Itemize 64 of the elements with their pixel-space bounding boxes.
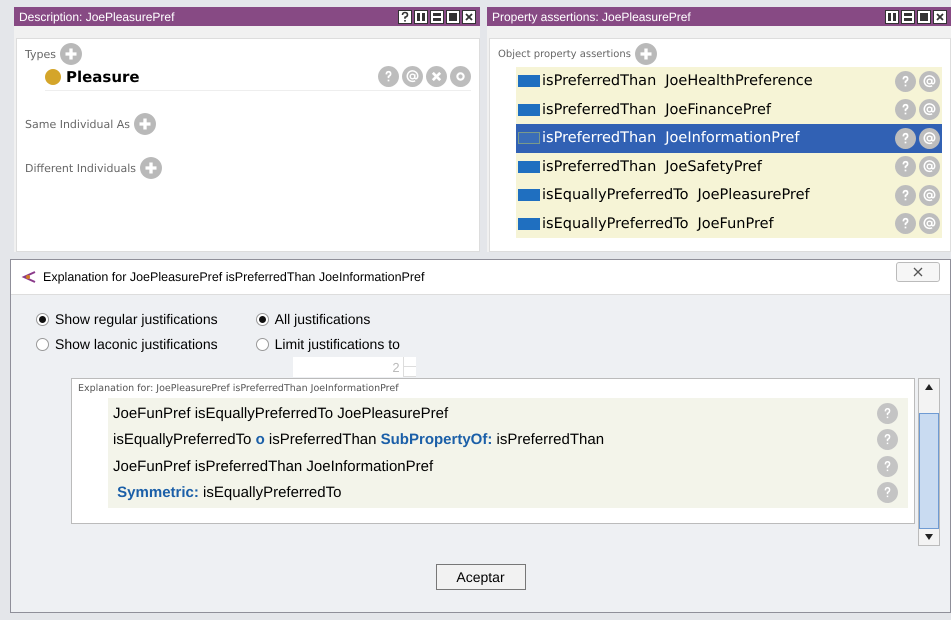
add-icon[interactable] [634,43,657,65]
add-icon[interactable] [140,157,162,179]
radio-option[interactable]: Show laconic justifications [36,336,218,352]
property-assertion-row[interactable]: isPreferredThan JoeInformationPref [516,124,942,152]
type-name[interactable]: Pleasure [66,68,378,86]
section-label: Different Individuals [25,162,136,174]
object-property-icon [518,160,540,173]
axiom-text: Symmetric: isEquallyPreferredTo [116,484,342,502]
explanation-icon [21,270,37,284]
object-property-icon [518,218,540,230]
horizontal-split-icon[interactable] [430,10,444,24]
property-name: isPreferredThan [542,102,656,118]
individual-name: JoeFinancePref [665,102,772,118]
scroll-up-icon[interactable] [925,384,933,390]
axiom-text: JoeFunPref isPreferredThan JoeInformationPref [113,458,434,475]
horizontal-split-icon[interactable] [901,10,915,24]
close-icon[interactable] [462,10,476,24]
object-property-icon [518,189,540,202]
radio-button[interactable] [36,338,49,350]
help-icon[interactable] [398,10,412,24]
split-view-icon[interactable] [414,10,428,24]
delete-icon[interactable] [426,66,447,87]
radio-button[interactable] [256,338,269,350]
object-property-icon [518,104,540,116]
help-icon[interactable] [895,128,916,149]
property-name: isPreferredThan [542,130,656,146]
object-property-icon [518,75,540,88]
section-label: Types [25,48,56,60]
panel-title: Description: JoePleasurePref [19,10,176,24]
annotation-icon[interactable] [919,128,940,149]
edit-icon[interactable] [450,66,471,87]
individual-name: JoePleasurePref [697,187,811,204]
add-icon[interactable] [134,113,156,135]
accept-button[interactable]: Aceptar [436,564,526,590]
individual-name: JoeFunPref [697,216,775,232]
maximize-icon[interactable] [446,10,460,24]
object-property-icon [518,132,540,144]
panel-title: Property assertions: JoePleasurePref [492,10,692,24]
close-icon[interactable] [933,10,947,24]
axiom-text: isEquallyPreferredTo o isPreferredThan SubPropertyOf: isPreferredThan [113,431,606,448]
axiom-text: JoeFunPref isEquallyPreferredTo JoePleasurePref [113,404,450,422]
individual-name: JoeHealthPreference [665,73,814,90]
close-icon [913,267,923,277]
radio-option[interactable]: Show regular justifications [36,311,218,327]
radio-button[interactable] [256,312,269,326]
section-label: Object property assertions [498,48,631,60]
dialog-title: Explanation for JoePleasurePref isPreferredThan JoeInformationPref [43,270,426,284]
individual-name: JoeInformationPref [665,130,801,146]
property-name: isEquallyPreferredTo [542,216,688,232]
close-button[interactable] [896,262,940,282]
section-label: Same Individual As [25,118,130,130]
split-view-icon[interactable] [885,10,899,24]
maximize-icon[interactable] [917,10,931,24]
scroll-down-icon[interactable] [925,534,933,540]
explanation-header: Explanation for: JoePleasurePref isPreferredThan JoeInformationPref [78,383,400,394]
vertical-scrollbar[interactable] [918,378,940,546]
radio-option[interactable]: Limit justifications to [256,336,416,352]
radio-button[interactable] [36,312,49,326]
property-name: isPreferredThan [542,158,656,175]
individual-name: JoeSafetyPref [665,158,764,175]
property-name: isPreferredThan [542,73,656,90]
add-icon[interactable] [60,43,82,65]
radio-option[interactable]: All justifications [256,311,416,327]
property-name: isEquallyPreferredTo [542,187,688,204]
